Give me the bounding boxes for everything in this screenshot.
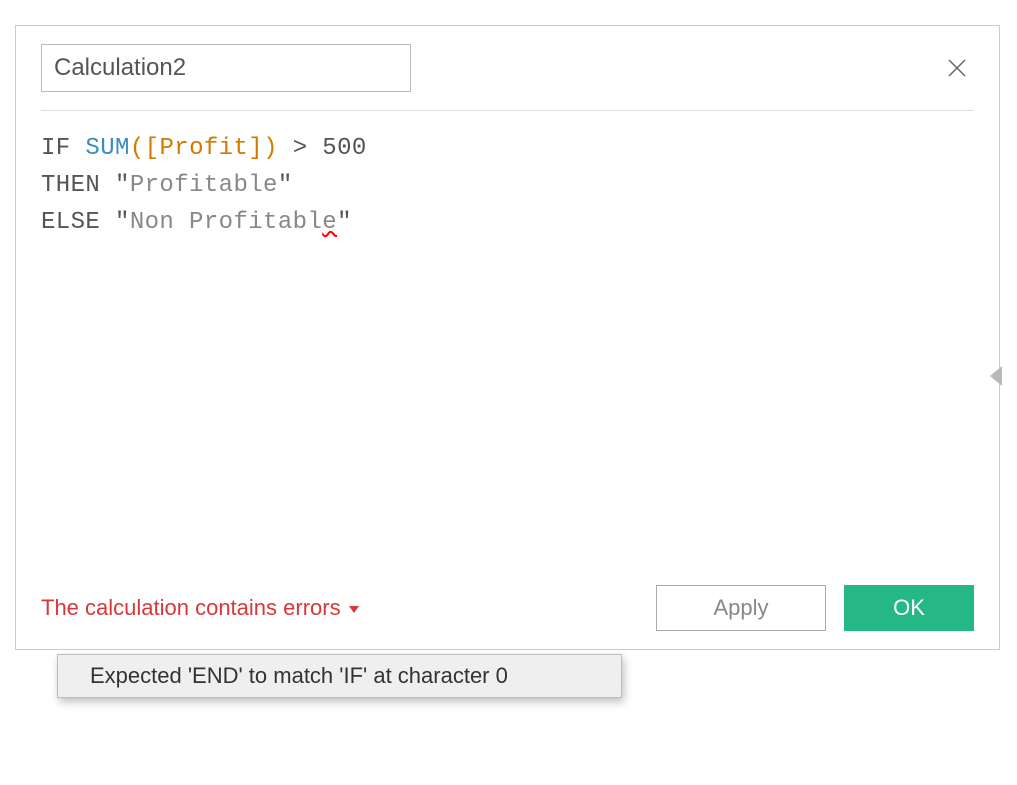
- quote: ": [278, 172, 293, 199]
- error-status[interactable]: The calculation contains errors: [41, 595, 359, 621]
- string-literal: Non Profitabl: [130, 209, 322, 236]
- keyword-then: THEN: [41, 172, 115, 199]
- ok-button[interactable]: OK: [844, 585, 974, 631]
- comparison: > 500: [278, 135, 367, 162]
- quote: ": [337, 209, 352, 236]
- quote: ": [115, 209, 130, 236]
- error-message: The calculation contains errors: [41, 595, 341, 621]
- expand-panel-handle[interactable]: [990, 366, 1002, 386]
- keyword-else: ELSE: [41, 209, 115, 236]
- string-literal: Profitable: [130, 172, 278, 199]
- keyword-if: IF: [41, 135, 85, 162]
- formula-editor[interactable]: IF SUM([Profit]) > 500 THEN "Profitable"…: [41, 126, 974, 575]
- button-group: Apply OK: [656, 585, 974, 631]
- close-button[interactable]: [940, 51, 974, 85]
- function-sum: SUM: [85, 135, 129, 162]
- apply-button[interactable]: Apply: [656, 585, 826, 631]
- close-icon: [946, 57, 968, 79]
- quote: ": [115, 172, 130, 199]
- close-paren: ): [263, 135, 278, 162]
- dialog-footer: The calculation contains errors Apply OK: [41, 575, 974, 631]
- open-paren: (: [130, 135, 145, 162]
- dialog-header: [41, 44, 974, 111]
- error-tooltip: Expected 'END' to match 'IF' at characte…: [57, 654, 622, 698]
- field-profit: [Profit]: [145, 135, 263, 162]
- calculation-editor-dialog: IF SUM([Profit]) > 500 THEN "Profitable"…: [15, 25, 1000, 650]
- tooltip-message: Expected 'END' to match 'IF' at characte…: [90, 663, 508, 689]
- caret-down-icon: [349, 606, 359, 613]
- calculation-name-input[interactable]: [41, 44, 411, 92]
- spell-error: e: [322, 209, 337, 236]
